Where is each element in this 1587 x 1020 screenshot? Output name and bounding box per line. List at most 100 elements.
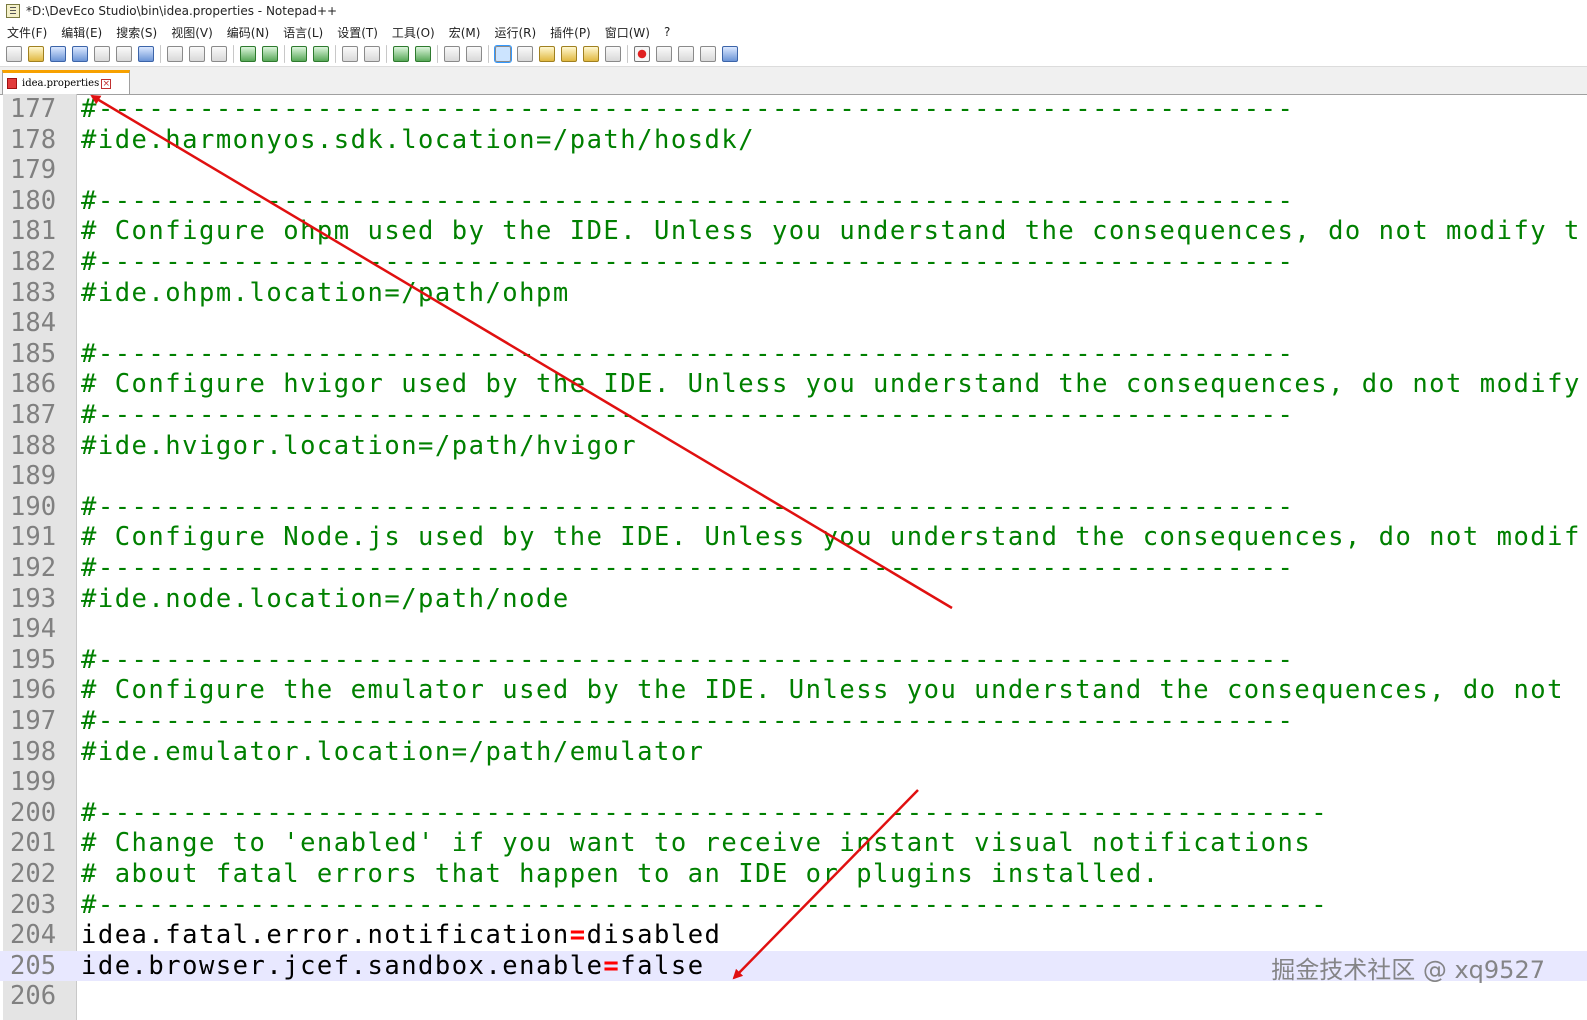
tab-idea-properties[interactable]: idea.properties × — [2, 70, 130, 94]
menu-item[interactable]: 语言(L) — [283, 24, 323, 41]
code-line[interactable]: 180 #------------------------------------… — [0, 186, 1587, 217]
code-line[interactable]: 184 — [0, 308, 1587, 339]
stop-record-icon[interactable] — [656, 46, 672, 62]
comment-text: # Configure ohpm used by the IDE. Unless… — [81, 216, 1581, 247]
close-icon[interactable] — [94, 46, 110, 62]
code-line[interactable]: 193 #ide.node.location=/path/node — [0, 584, 1587, 615]
redo-icon[interactable] — [262, 46, 278, 62]
save-macro-icon[interactable] — [722, 46, 738, 62]
function-list-icon[interactable] — [561, 46, 577, 62]
code-line[interactable]: 190 #------------------------------------… — [0, 492, 1587, 523]
line-number: 185 — [10, 338, 57, 369]
code-line[interactable]: 182 #------------------------------------… — [0, 247, 1587, 278]
code-line[interactable]: 198 #ide.emulator.location=/path/emulator — [0, 737, 1587, 768]
code-line[interactable]: 183 #ide.ohpm.location=/path/ohpm — [0, 278, 1587, 309]
code-line[interactable]: 199 — [0, 767, 1587, 798]
menu-item[interactable]: 插件(P) — [550, 24, 591, 41]
comment-text: #---------------------------------------… — [81, 338, 1295, 369]
comment-text: # about fatal errors that happen to an I… — [81, 859, 1160, 889]
code-line[interactable]: 186 # Configure hvigor used by the IDE. U… — [0, 369, 1587, 400]
code-line[interactable]: 203 #------------------------------------… — [0, 890, 1587, 921]
replace-icon[interactable] — [313, 46, 329, 62]
undo-icon[interactable] — [240, 46, 256, 62]
find-icon[interactable] — [291, 46, 307, 62]
line-number: 193 — [10, 583, 57, 614]
word-wrap-icon[interactable] — [444, 46, 460, 62]
code-line[interactable]: 197 #------------------------------------… — [0, 706, 1587, 737]
sync-horizontal-icon[interactable] — [415, 46, 431, 62]
code-line[interactable]: 196 # Configure the emulator used by the … — [0, 675, 1587, 706]
menu-item[interactable]: 工具(O) — [392, 24, 435, 41]
menu-item[interactable]: 搜索(S) — [116, 24, 157, 41]
comment-text: #---------------------------------------… — [81, 491, 1295, 522]
run-macro-multiple-icon[interactable] — [700, 46, 716, 62]
paste-icon[interactable] — [211, 46, 227, 62]
comment-text: #---------------------------------------… — [81, 889, 1329, 920]
code-line[interactable]: 201 # Change to 'enabled' if you want to … — [0, 828, 1587, 859]
code-line[interactable]: 188 #ide.hvigor.location=/path/hvigor — [0, 431, 1587, 462]
code-line[interactable]: 185 #------------------------------------… — [0, 339, 1587, 370]
code-line[interactable]: 194 — [0, 614, 1587, 645]
zoom-in-icon[interactable] — [342, 46, 358, 62]
code-line[interactable]: 187 #------------------------------------… — [0, 400, 1587, 431]
toolbar-separator — [233, 45, 234, 63]
code-line[interactable]: 204 idea.fatal.error.notification=disable… — [0, 920, 1587, 951]
udl-icon[interactable] — [517, 46, 533, 62]
code-line[interactable]: 177 #------------------------------------… — [0, 94, 1587, 125]
close-tab-icon[interactable]: × — [101, 78, 112, 89]
toolbar-separator — [284, 45, 285, 63]
cut-icon[interactable] — [167, 46, 183, 62]
menu-item[interactable]: 窗口(W) — [605, 24, 650, 41]
line-number: 178 — [10, 124, 57, 155]
doc-map-icon[interactable] — [539, 46, 555, 62]
line-number: 180 — [10, 185, 57, 216]
show-all-chars-icon[interactable] — [466, 46, 482, 62]
comment-text: #---------------------------------------… — [81, 797, 1329, 828]
code-line[interactable]: 200 #------------------------------------… — [0, 798, 1587, 829]
line-number: 203 — [10, 889, 57, 920]
line-number: 184 — [10, 308, 57, 339]
comment-text: # Configure hvigor used by the IDE. Unle… — [81, 369, 1581, 400]
code-line[interactable]: 178 #ide.harmonyos.sdk.location=/path/hos… — [0, 125, 1587, 156]
menu-item[interactable]: 宏(M) — [449, 24, 481, 41]
line-number: 179 — [10, 155, 57, 186]
code-line[interactable]: 179 — [0, 155, 1587, 186]
folder-workspace-icon[interactable] — [583, 46, 599, 62]
save-all-icon[interactable] — [72, 46, 88, 62]
code-line[interactable]: 192 #------------------------------------… — [0, 553, 1587, 584]
new-file-icon[interactable] — [6, 46, 22, 62]
code-line[interactable]: 181 # Configure ohpm used by the IDE. Unl… — [0, 216, 1587, 247]
code-line[interactable]: 189 — [0, 461, 1587, 492]
code-line[interactable]: 195 #------------------------------------… — [0, 645, 1587, 676]
sync-vertical-icon[interactable] — [393, 46, 409, 62]
tab-bar: idea.properties × — [0, 67, 1587, 95]
indent-guide-icon[interactable] — [494, 45, 512, 63]
editor[interactable]: 177 #------------------------------------… — [0, 94, 1587, 1020]
menu-item[interactable]: 文件(F) — [7, 24, 47, 41]
comment-text: # Change to 'enabled' if you want to rec… — [81, 828, 1312, 859]
menu-item[interactable]: 运行(R) — [494, 24, 536, 41]
copy-icon[interactable] — [189, 46, 205, 62]
line-number: 206 — [10, 981, 57, 1012]
menu-item[interactable]: 设置(T) — [337, 24, 378, 41]
line-number: 190 — [10, 491, 57, 522]
code-line[interactable]: 191 # Configure Node.js used by the IDE. … — [0, 522, 1587, 553]
print-icon[interactable] — [138, 46, 154, 62]
line-number: 196 — [10, 675, 57, 706]
menu-item[interactable]: 编辑(E) — [61, 24, 102, 41]
toolbar — [0, 42, 1587, 67]
comment-text: #---------------------------------------… — [81, 400, 1295, 430]
menu-item[interactable]: 编码(N) — [227, 24, 269, 41]
open-file-icon[interactable] — [28, 46, 44, 62]
menu-item[interactable]: 视图(V) — [171, 24, 213, 41]
zoom-out-icon[interactable] — [364, 46, 380, 62]
code-line[interactable]: 206 — [0, 981, 1587, 1012]
save-icon[interactable] — [50, 46, 66, 62]
line-number: 182 — [10, 247, 57, 277]
play-macro-icon[interactable] — [678, 46, 694, 62]
menu-item[interactable]: ? — [664, 25, 670, 39]
code-line[interactable]: 202 # about fatal errors that happen to a… — [0, 859, 1587, 890]
monitoring-icon[interactable] — [605, 46, 621, 62]
close-all-icon[interactable] — [116, 46, 132, 62]
record-macro-icon[interactable] — [634, 46, 650, 62]
